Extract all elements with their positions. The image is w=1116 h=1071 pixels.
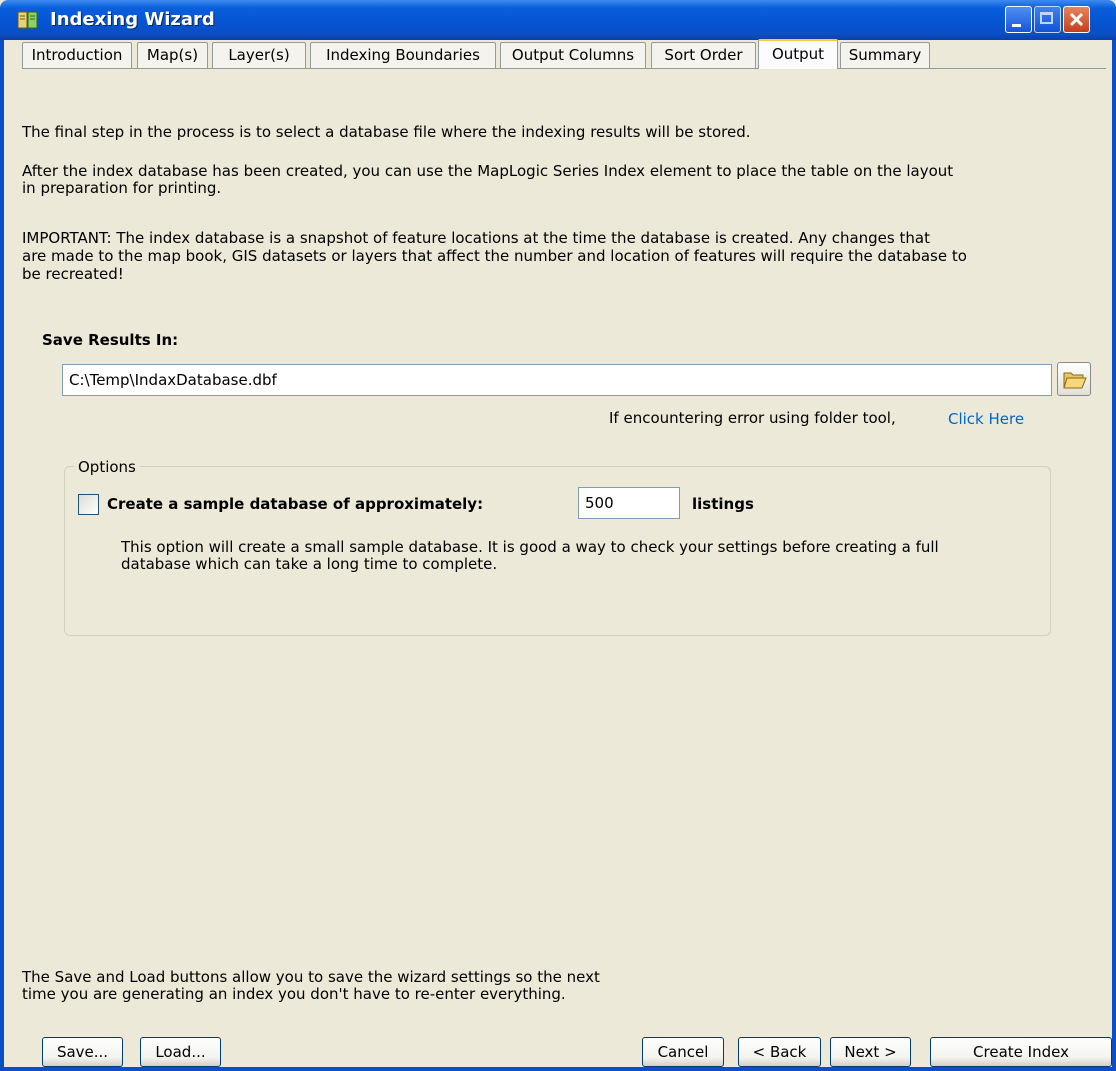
maplogic-text-line1: After the index database has been create… [22,162,954,180]
tab-maps[interactable]: Map(s) [137,42,208,68]
close-icon [1069,12,1084,27]
sample-description-line2: database which can take a long time to c… [121,555,498,573]
tab-output[interactable]: Output [758,39,838,69]
save-load-note-line2: time you are generating an index you don… [22,985,566,1003]
save-results-label: Save Results In: [42,331,179,349]
important-text-line1: IMPORTANT: The index database is a snaps… [22,229,930,247]
maximize-icon [1040,12,1053,24]
close-button[interactable] [1063,6,1090,33]
title-bar[interactable]: Indexing Wizard [0,0,1116,40]
important-text-line3: be recreated! [22,265,124,283]
sample-count-input[interactable] [578,487,680,519]
sample-description-line1: This option will create a small sample d… [121,538,939,556]
minimize-icon [1012,24,1021,27]
options-group-label: Options [74,458,140,476]
tab-strip-line [22,68,1106,69]
save-button[interactable]: Save... [42,1037,123,1067]
window-frame-left [0,40,4,1071]
sample-database-checkbox[interactable] [78,494,99,515]
window-frame-right [1112,40,1116,1071]
tab-output-columns[interactable]: Output Columns [500,42,646,68]
maplogic-text-line2: in preparation for printing. [22,179,222,197]
window-frame-bottom [0,1067,1116,1071]
important-text-line2: are made to the map book, GIS datasets o… [22,247,967,265]
next-button[interactable]: Next > [830,1037,911,1067]
sample-database-label[interactable]: Create a sample database of approximatel… [107,496,483,513]
cancel-button[interactable]: Cancel [642,1037,724,1067]
save-load-note-line1: The Save and Load buttons allow you to s… [22,968,600,986]
minimize-button[interactable] [1005,6,1032,33]
folder-open-icon [1063,372,1087,389]
browse-folder-button[interactable] [1057,362,1091,396]
tab-layers[interactable]: Layer(s) [212,42,306,68]
intro-text: The final step in the process is to sele… [22,123,751,141]
tab-summary[interactable]: Summary [840,42,930,68]
save-path-input[interactable] [62,364,1052,396]
back-button[interactable]: < Back [738,1037,821,1067]
listings-label: listings [692,495,754,513]
tab-indexing-boundaries[interactable]: Indexing Boundaries [310,42,496,68]
load-button[interactable]: Load... [140,1037,221,1067]
create-index-button[interactable]: Create Index [930,1037,1112,1067]
maximize-button[interactable] [1034,6,1061,33]
tab-introduction[interactable]: Introduction [22,42,132,68]
click-here-link[interactable]: Click Here [948,410,1024,428]
app-icon [17,11,38,29]
tab-sort-order[interactable]: Sort Order [651,42,756,68]
window-title: Indexing Wizard [50,9,215,30]
folder-hint-text: If encountering error using folder tool, [609,409,896,427]
